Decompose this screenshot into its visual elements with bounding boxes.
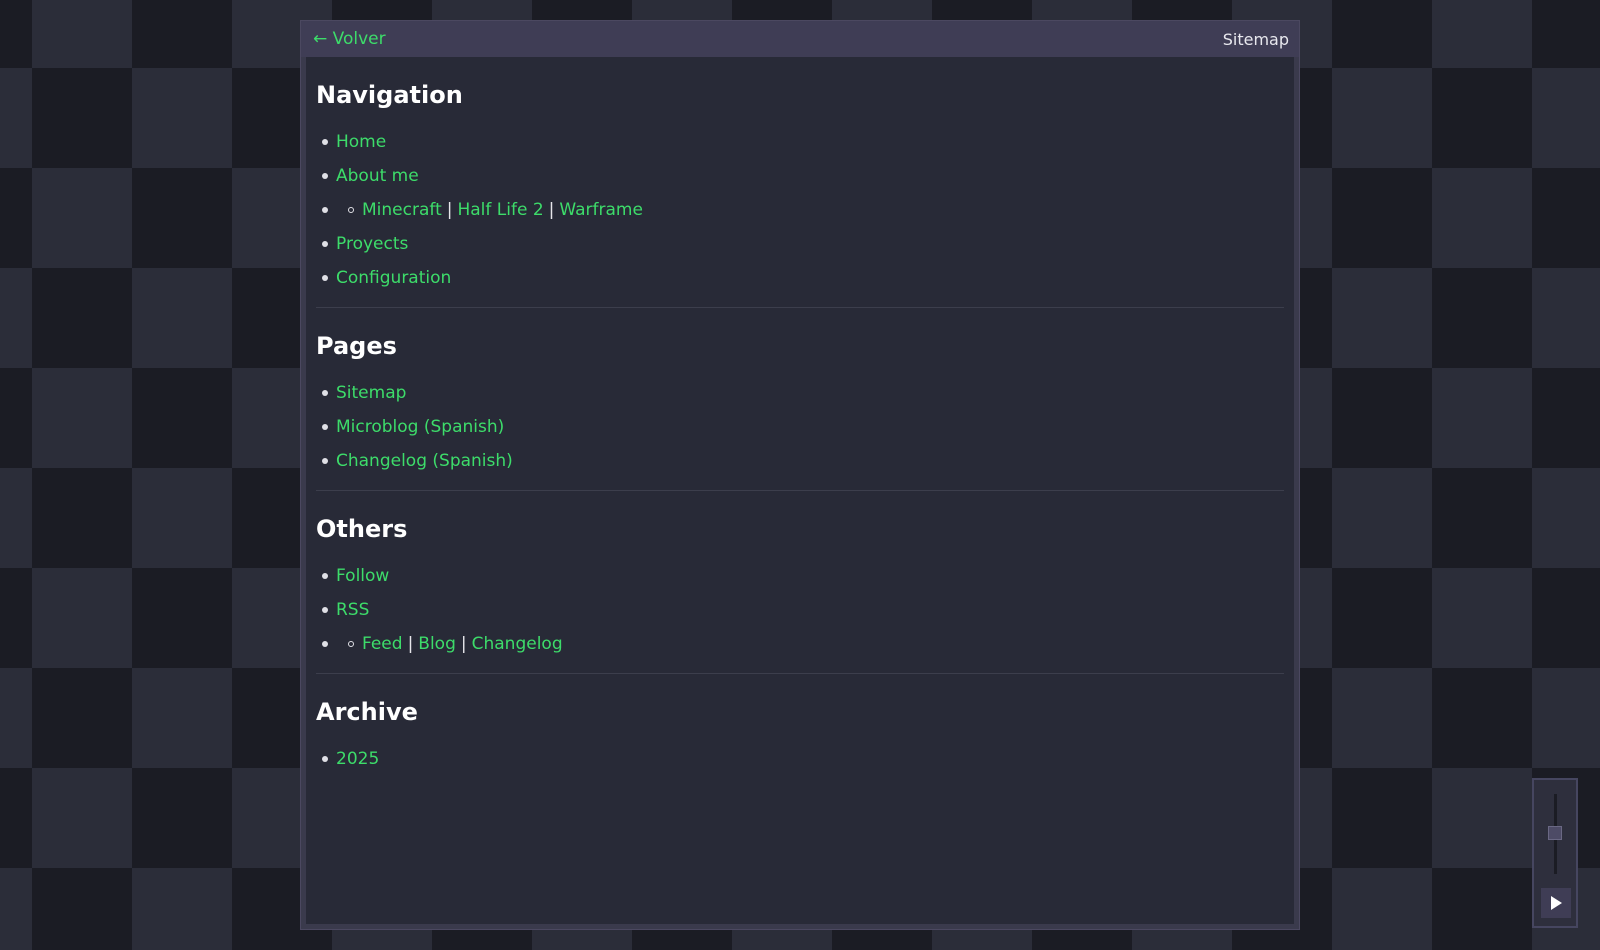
warframe-link[interactable]: Warframe [559,200,643,220]
archive-2025-link[interactable]: 2025 [336,749,379,769]
separator: | [446,200,453,220]
section-divider [316,490,1284,491]
play-button[interactable] [1541,888,1571,918]
bullet-icon [322,607,328,613]
list-item: Feed | Blog | Changelog [322,627,1284,661]
music-player-widget [1532,778,1578,928]
follow-link[interactable]: Follow [336,566,389,586]
list-item: Changelog (Spanish) [322,444,1284,478]
archive-heading: Archive [316,698,418,726]
bullet-icon [322,641,328,647]
bullet-icon [322,241,328,247]
bullet-icon [322,173,328,179]
separator: | [460,634,467,654]
volume-slider-handle[interactable] [1548,826,1562,840]
proyects-link[interactable]: Proyects [336,234,408,254]
rss-link[interactable]: RSS [336,600,369,620]
navigation-list: Home About me Minecraft | Half Life 2 | … [316,125,1284,295]
separator: | [407,634,414,654]
list-item: 2025 [322,742,1284,776]
back-link[interactable]: ← Volver [313,29,386,49]
list-item: Proyects [322,227,1284,261]
section-divider [316,307,1284,308]
list-item: Home [322,125,1284,159]
bullet-icon [322,424,328,430]
separator: | [548,200,555,220]
pages-list: Sitemap Microblog (Spanish) Changelog (S… [316,376,1284,478]
bullet-icon [322,139,328,145]
sub-bullet-icon [348,207,354,213]
archive-list: 2025 [316,742,1284,776]
microblog-link[interactable]: Microblog (Spanish) [336,417,504,437]
bullet-icon [322,207,328,213]
changelog-spanish-link[interactable]: Changelog (Spanish) [336,451,513,471]
sitemap-link[interactable]: Sitemap [336,383,406,403]
pages-heading: Pages [316,332,397,360]
list-item: RSS [322,593,1284,627]
list-item: Microblog (Spanish) [322,410,1284,444]
window-title: Sitemap [1222,29,1289,49]
sitemap-window: ← Volver Sitemap Navigation Home About m… [300,20,1300,930]
minecraft-link[interactable]: Minecraft [362,200,442,220]
bullet-icon [322,390,328,396]
list-item: Minecraft | Half Life 2 | Warframe [322,193,1284,227]
list-item: About me [322,159,1284,193]
list-item: Configuration [322,261,1284,295]
others-list: Follow RSS Feed | Blog | Changelog [316,559,1284,661]
bullet-icon [322,458,328,464]
list-item: Follow [322,559,1284,593]
others-heading: Others [316,515,408,543]
about-me-link[interactable]: About me [336,166,419,186]
configuration-link[interactable]: Configuration [336,268,451,288]
changelog-rss-link[interactable]: Changelog [472,634,563,654]
half-life-2-link[interactable]: Half Life 2 [457,200,543,220]
sub-bullet-icon [348,641,354,647]
bullet-icon [322,756,328,762]
navigation-heading: Navigation [316,81,463,109]
bullet-icon [322,275,328,281]
home-link[interactable]: Home [336,132,386,152]
play-icon [1551,896,1562,910]
sitemap-content: Navigation Home About me Minecraft | Hal… [306,57,1294,924]
section-divider [316,673,1284,674]
list-item: Sitemap [322,376,1284,410]
blog-link[interactable]: Blog [418,634,456,654]
feed-link[interactable]: Feed [362,634,403,654]
bullet-icon [322,573,328,579]
window-titlebar: ← Volver Sitemap [301,21,1299,57]
